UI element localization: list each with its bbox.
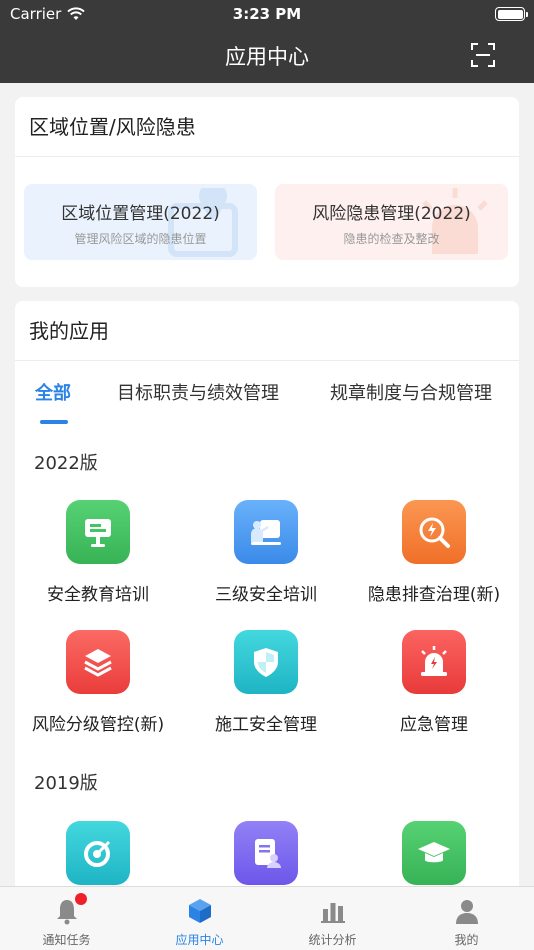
group-label-2019: 2019版 — [34, 773, 98, 794]
layers-icon — [66, 630, 130, 694]
training-board-icon — [66, 500, 130, 564]
tile-title: 风险隐患管理(2022) — [312, 204, 471, 224]
shield-icon — [234, 630, 298, 694]
tab-all[interactable]: 全部 — [35, 379, 71, 405]
alarm-light-icon — [402, 630, 466, 694]
app-safety-education[interactable]: 安全教育培训 — [15, 500, 182, 605]
category-tabs: 全部 目标职责与绩效管理 规章制度与合规管理 — [15, 363, 519, 425]
app-label: 施工安全管理 — [215, 715, 317, 735]
app-three-level-training[interactable]: 三级安全培训 — [182, 500, 350, 605]
tab-bar-app-center[interactable]: 应用中心 — [133, 887, 266, 950]
app-emergency-management[interactable]: 应急管理 — [350, 630, 518, 735]
bottom-tab-bar: 通知任务 应用中心 统计分析 我的 — [0, 886, 534, 950]
app-label: 应急管理 — [400, 715, 468, 735]
tab-bar-label: 我的 — [454, 933, 479, 947]
app-hazard-investigation[interactable]: 隐患排查治理(新) — [350, 500, 518, 605]
bar-chart-icon — [319, 897, 347, 925]
apps-section-title: 我的应用 — [15, 301, 519, 361]
app-label: 三级安全培训 — [215, 585, 317, 605]
app-construction-safety[interactable]: 施工安全管理 — [182, 630, 350, 735]
tab-goals-performance[interactable]: 目标职责与绩效管理 — [117, 379, 279, 405]
cube-icon — [186, 897, 214, 925]
document-person-icon — [234, 821, 298, 885]
app-label: 安全教育培训 — [47, 585, 149, 605]
active-tab-indicator — [40, 420, 68, 424]
scan-icon[interactable] — [470, 42, 496, 68]
tab-bar-notifications[interactable]: 通知任务 — [0, 887, 133, 950]
person-icon — [453, 897, 481, 925]
risk-section-card: 区域位置/风险隐患 区域位置管理(2022) 管理风险区域的隐患位置 风险隐患管… — [15, 97, 519, 287]
bell-icon — [53, 893, 87, 925]
apps-section-card: 我的应用 全部 目标职责与绩效管理 规章制度与合规管理 2022版 安全教育培训 — [15, 301, 519, 950]
tab-regulations-compliance[interactable]: 规章制度与合规管理 — [330, 379, 492, 405]
tile-subtitle: 隐患的检查及整改 — [343, 232, 440, 246]
tab-bar-profile[interactable]: 我的 — [400, 887, 533, 950]
app-risk-grading[interactable]: 风险分级管控(新) — [15, 630, 182, 735]
status-bar: Carrier 3:23 PM — [0, 0, 534, 28]
app-label: 风险分级管控(新) — [31, 715, 165, 735]
risk-section-title: 区域位置/风险隐患 — [15, 97, 519, 157]
nav-bar: 应用中心 — [0, 28, 534, 83]
tile-subtitle: 管理风险区域的隐患位置 — [74, 232, 207, 246]
teacher-board-icon — [234, 500, 298, 564]
group-label-2022: 2022版 — [34, 453, 98, 474]
tab-bar-label: 统计分析 — [308, 933, 357, 947]
page-title: 应用中心 — [225, 45, 309, 69]
tab-bar-label: 通知任务 — [42, 933, 91, 947]
area-location-tile[interactable]: 区域位置管理(2022) 管理风险区域的隐患位置 — [24, 184, 257, 260]
battery-icon — [495, 7, 528, 21]
battery-level — [497, 9, 523, 19]
risk-hazard-tile[interactable]: 风险隐患管理(2022) 隐患的检查及整改 — [275, 184, 508, 260]
tab-bar-label: 应用中心 — [175, 933, 224, 947]
hazard-search-icon — [402, 500, 466, 564]
notification-badge — [74, 893, 87, 905]
app-label: 隐患排查治理(新) — [367, 585, 501, 605]
tab-bar-statistics[interactable]: 统计分析 — [266, 887, 399, 950]
target-icon — [66, 821, 130, 885]
graduation-cap-icon — [402, 821, 466, 885]
status-time: 3:23 PM — [232, 5, 302, 23]
tile-title: 区域位置管理(2022) — [61, 204, 220, 224]
